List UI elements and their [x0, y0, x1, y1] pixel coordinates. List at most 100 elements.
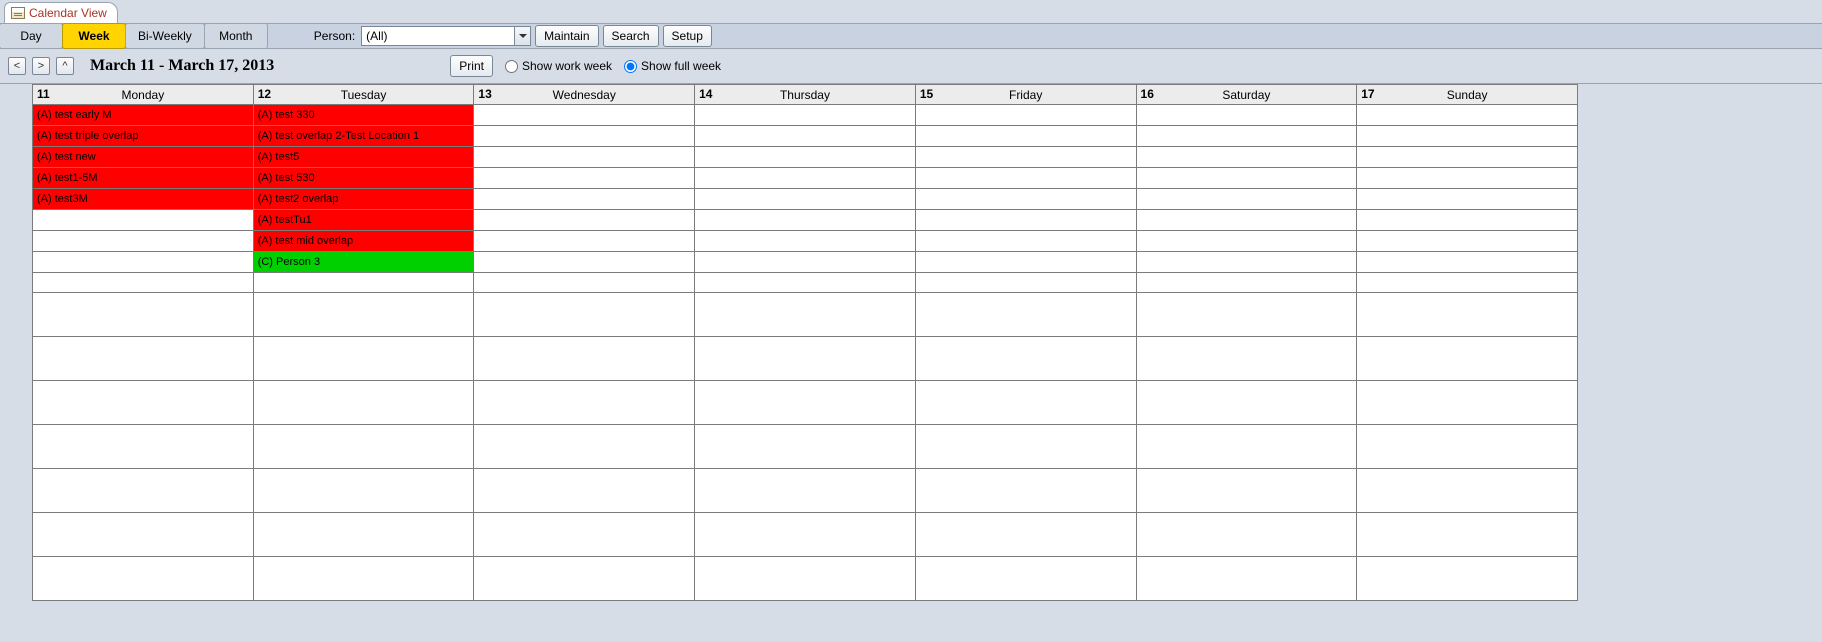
calendar-cell[interactable]	[474, 210, 695, 231]
calendar-cell[interactable]	[695, 168, 916, 189]
calendar-cell[interactable]	[33, 425, 254, 469]
calendar-cell[interactable]: (A) test 330	[253, 105, 474, 126]
calendar-cell[interactable]	[695, 557, 916, 601]
setup-button[interactable]: Setup	[663, 25, 712, 47]
calendar-event[interactable]: (A) test1-5M	[33, 168, 253, 188]
calendar-cell[interactable]: (A) test triple overlap	[33, 126, 254, 147]
calendar-cell[interactable]	[1357, 337, 1578, 381]
calendar-cell[interactable]	[33, 252, 254, 273]
calendar-cell[interactable]	[474, 273, 695, 293]
calendar-cell[interactable]	[253, 513, 474, 557]
calendar-cell[interactable]	[253, 337, 474, 381]
calendar-cell[interactable]	[695, 252, 916, 273]
calendar-cell[interactable]	[695, 189, 916, 210]
calendar-cell[interactable]	[1136, 231, 1357, 252]
calendar-cell[interactable]	[1357, 189, 1578, 210]
calendar-cell[interactable]: (A) test5	[253, 147, 474, 168]
calendar-cell[interactable]	[33, 273, 254, 293]
calendar-cell[interactable]	[33, 469, 254, 513]
calendar-cell[interactable]	[1357, 469, 1578, 513]
calendar-cell[interactable]	[915, 168, 1136, 189]
calendar-cell[interactable]	[474, 252, 695, 273]
calendar-cell[interactable]	[695, 293, 916, 337]
calendar-cell[interactable]: (A) test new	[33, 147, 254, 168]
calendar-cell[interactable]	[474, 293, 695, 337]
calendar-event[interactable]: (A) test early M	[33, 105, 253, 125]
calendar-cell[interactable]: (A) test3M	[33, 189, 254, 210]
calendar-cell[interactable]	[474, 469, 695, 513]
calendar-cell[interactable]	[253, 557, 474, 601]
calendar-cell[interactable]	[33, 210, 254, 231]
calendar-cell[interactable]	[1357, 381, 1578, 425]
calendar-cell[interactable]	[1136, 557, 1357, 601]
calendar-event[interactable]: (A) test2 overlap	[254, 189, 474, 209]
calendar-cell[interactable]	[1136, 210, 1357, 231]
col-header-thu[interactable]: 14Thursday	[695, 85, 916, 105]
calendar-event[interactable]: (A) testTu1	[254, 210, 474, 230]
calendar-cell[interactable]	[695, 337, 916, 381]
calendar-cell[interactable]	[474, 381, 695, 425]
calendar-event[interactable]: (C) Person 3	[254, 252, 474, 272]
print-button[interactable]: Print	[450, 55, 493, 77]
calendar-cell[interactable]	[695, 513, 916, 557]
calendar-event[interactable]: (A) test triple overlap	[33, 126, 253, 146]
calendar-cell[interactable]	[1136, 126, 1357, 147]
calendar-cell[interactable]: (A) test overlap 2-Test Location 1	[253, 126, 474, 147]
col-header-sun[interactable]: 17Sunday	[1357, 85, 1578, 105]
calendar-cell[interactable]	[474, 231, 695, 252]
calendar-cell[interactable]	[1136, 469, 1357, 513]
calendar-cell[interactable]	[915, 513, 1136, 557]
calendar-cell[interactable]	[1136, 189, 1357, 210]
calendar-cell[interactable]	[1357, 210, 1578, 231]
calendar-cell[interactable]	[695, 231, 916, 252]
calendar-cell[interactable]	[915, 210, 1136, 231]
calendar-cell[interactable]	[1357, 513, 1578, 557]
calendar-cell[interactable]	[1136, 381, 1357, 425]
col-header-tue[interactable]: 12Tuesday	[253, 85, 474, 105]
calendar-cell[interactable]	[1136, 147, 1357, 168]
calendar-cell[interactable]	[915, 425, 1136, 469]
calendar-cell[interactable]	[253, 293, 474, 337]
calendar-cell[interactable]	[695, 425, 916, 469]
calendar-cell[interactable]: (A) test2 overlap	[253, 189, 474, 210]
calendar-cell[interactable]	[695, 210, 916, 231]
calendar-cell[interactable]	[474, 147, 695, 168]
calendar-cell[interactable]	[474, 513, 695, 557]
calendar-cell[interactable]	[915, 126, 1136, 147]
chevron-down-icon[interactable]	[514, 27, 530, 45]
calendar-cell[interactable]	[253, 469, 474, 513]
calendar-cell[interactable]	[474, 168, 695, 189]
radio-full-week[interactable]: Show full week	[624, 59, 721, 73]
calendar-cell[interactable]	[1136, 273, 1357, 293]
prev-button[interactable]: <	[8, 57, 26, 75]
next-button[interactable]: >	[32, 57, 50, 75]
calendar-cell[interactable]	[1357, 105, 1578, 126]
calendar-cell[interactable]	[474, 337, 695, 381]
calendar-cell[interactable]	[33, 231, 254, 252]
calendar-cell[interactable]	[1357, 126, 1578, 147]
calendar-cell[interactable]: (A) test 530	[253, 168, 474, 189]
calendar-cell[interactable]	[474, 425, 695, 469]
view-week-button[interactable]: Week	[62, 23, 126, 49]
calendar-cell[interactable]	[474, 557, 695, 601]
calendar-cell[interactable]	[695, 126, 916, 147]
calendar-cell[interactable]	[253, 425, 474, 469]
calendar-cell[interactable]	[474, 105, 695, 126]
calendar-event[interactable]: (A) test overlap 2-Test Location 1	[254, 126, 474, 146]
calendar-cell[interactable]: (A) test1-5M	[33, 168, 254, 189]
calendar-cell[interactable]	[1357, 293, 1578, 337]
col-header-wed[interactable]: 13Wednesday	[474, 85, 695, 105]
calendar-cell[interactable]: (A) test mid overlap	[253, 231, 474, 252]
calendar-cell[interactable]	[1136, 425, 1357, 469]
calendar-cell[interactable]	[1357, 168, 1578, 189]
calendar-cell[interactable]	[915, 557, 1136, 601]
col-header-sat[interactable]: 16Saturday	[1136, 85, 1357, 105]
calendar-event[interactable]: (A) test5	[254, 147, 474, 167]
calendar-cell[interactable]	[1136, 252, 1357, 273]
calendar-cell[interactable]	[1357, 425, 1578, 469]
calendar-cell[interactable]	[695, 105, 916, 126]
calendar-cell[interactable]	[1357, 147, 1578, 168]
calendar-cell[interactable]	[1136, 337, 1357, 381]
calendar-cell[interactable]	[1357, 273, 1578, 293]
radio-work-week[interactable]: Show work week	[505, 59, 612, 73]
